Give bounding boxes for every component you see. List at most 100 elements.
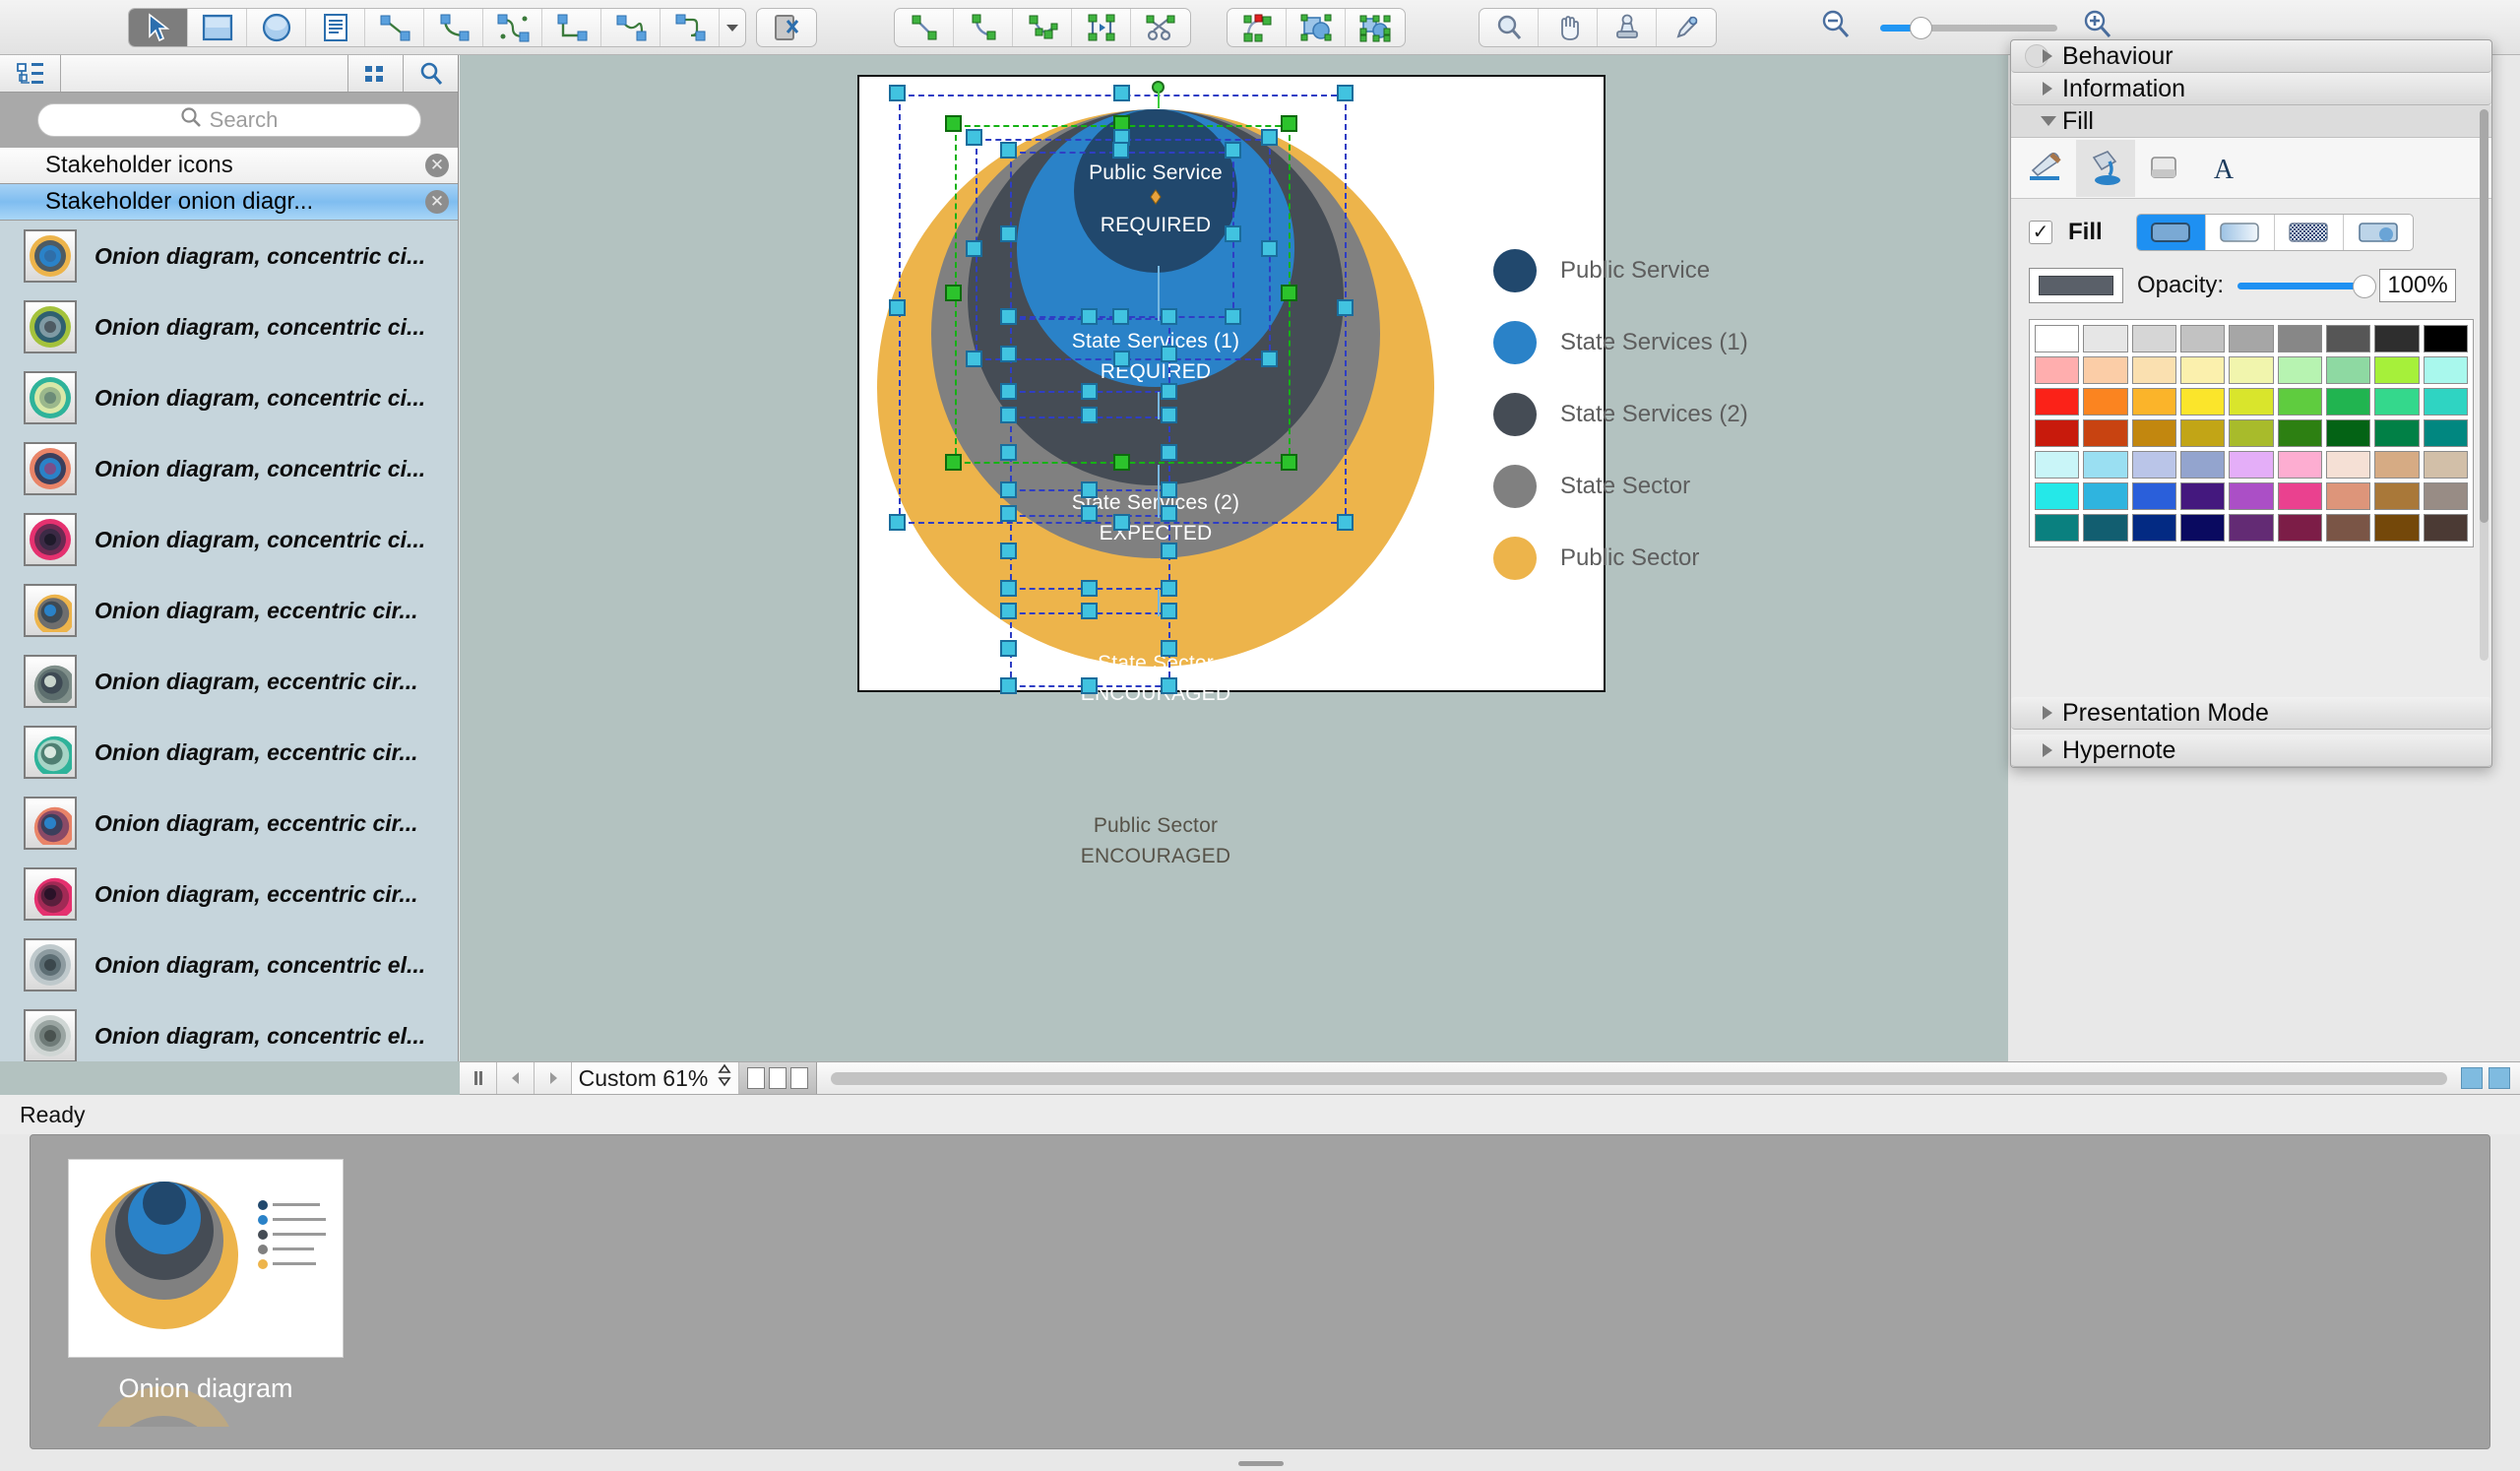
selection-handle[interactable] [1000,308,1017,325]
list-item[interactable]: Onion diagram, eccentric cir... [0,859,458,929]
color-swatch[interactable] [2229,356,2274,384]
selection-handle[interactable] [1000,677,1017,694]
selection-handle[interactable] [1080,308,1098,325]
list-item[interactable]: Onion diagram, eccentric cir... [0,788,458,859]
color-swatch[interactable] [2277,419,2322,447]
list-item[interactable]: Onion diagram, concentric el... [0,929,458,1000]
selection-handle[interactable] [1281,454,1297,471]
color-swatch[interactable] [2083,356,2128,384]
color-swatch[interactable] [2277,514,2322,542]
inspector-section-behaviour[interactable]: Behaviour [2011,40,2491,73]
color-swatch[interactable] [2374,451,2420,479]
color-swatch[interactable] [2083,451,2128,479]
color-swatch[interactable] [2229,419,2274,447]
color-swatch[interactable] [2229,482,2274,510]
tool-eyedropper-icon[interactable] [1657,9,1716,46]
legend-entry[interactable]: Public Service [1493,234,1748,306]
slide-tray[interactable]: Onion diagram [30,1134,2490,1449]
grid-view-icon[interactable] [347,55,403,92]
fill-checkbox[interactable]: ✓ [2029,221,2052,244]
inspector-scrollbar[interactable] [2480,109,2488,661]
color-swatch[interactable] [2083,514,2128,542]
color-swatch[interactable] [2277,325,2322,352]
selection-handle[interactable] [1000,224,1017,242]
chevron-right-icon[interactable] [2043,82,2052,96]
color-swatch[interactable] [2035,451,2080,479]
color-swatch[interactable] [2374,482,2420,510]
selection-handle[interactable] [1225,308,1241,325]
color-swatch[interactable] [2083,325,2128,352]
legend-entry[interactable]: State Services (2) [1493,378,1748,450]
color-swatch[interactable] [2179,356,2226,384]
selection-handle[interactable] [966,239,982,257]
selection-handle[interactable] [1161,603,1177,619]
color-swatch[interactable] [2229,514,2274,542]
fit-page-button[interactable] [2461,1067,2483,1089]
color-swatch[interactable] [2229,388,2274,416]
color-swatch[interactable] [2179,325,2226,352]
selection-handle[interactable] [1080,603,1098,619]
horizontal-scrollbar[interactable] [817,1062,2461,1094]
selection-handle[interactable] [1161,677,1177,694]
color-swatch[interactable] [2035,419,2080,447]
color-swatch[interactable] [2374,514,2420,542]
chevron-right-icon[interactable] [2043,706,2052,720]
scrollbar-thumb[interactable] [831,1071,2447,1085]
selection-handle[interactable] [1000,383,1017,400]
selection-handle[interactable] [1161,308,1177,325]
color-swatch[interactable] [2131,419,2176,447]
tool-curve-connector[interactable] [601,8,661,46]
selection-handle[interactable] [1000,142,1017,159]
selection-handle[interactable] [1261,239,1278,257]
color-swatch[interactable] [2131,482,2176,510]
tool-rectangle[interactable] [188,8,247,46]
selection-handle[interactable] [1112,308,1129,325]
tool-text-box[interactable] [306,8,365,46]
tool-pointer[interactable] [129,8,188,46]
selection-handle[interactable] [1080,580,1098,597]
selection-handle[interactable] [1161,383,1177,400]
tool-rounded-connector[interactable] [661,8,720,46]
selection-handle[interactable] [1281,115,1297,132]
slide-thumbnail[interactable]: Onion diagram [68,1159,344,1427]
color-swatch[interactable] [2325,419,2371,447]
shadow-icon[interactable] [2135,140,2194,197]
search-icon[interactable] [403,55,458,92]
legend-entry[interactable]: State Sector [1493,450,1748,522]
selection-handle[interactable] [1337,514,1354,531]
selection-handle[interactable] [1000,481,1017,498]
color-swatch[interactable] [2374,419,2420,447]
color-swatch[interactable] [2179,514,2226,542]
zoom-slider[interactable] [1880,16,2057,39]
selection-handle[interactable] [1080,407,1098,423]
tool-split-path[interactable] [1072,8,1131,46]
list-item[interactable]: Onion diagram, eccentric cir... [0,717,458,788]
color-swatch[interactable] [2325,514,2371,542]
color-swatch[interactable] [2131,388,2176,416]
color-swatch[interactable] [2423,482,2468,510]
tool-delete-shape[interactable] [757,9,816,46]
color-swatch[interactable] [2374,325,2420,352]
selection-handle[interactable] [1225,224,1241,242]
color-swatch[interactable] [2423,419,2468,447]
selection-handle[interactable] [1161,481,1177,498]
tool-ellipse[interactable] [247,8,306,46]
selection-handle[interactable] [1112,454,1130,471]
color-swatch[interactable] [2374,388,2420,416]
tool-smart-connector[interactable] [483,8,542,46]
style-inspector-panel[interactable]: Behaviour Information Fill A ✓ Fill Opac… [2010,39,2492,768]
list-item[interactable]: Onion diagram, concentric el... [0,1000,458,1067]
color-swatch-grid[interactable] [2029,319,2474,547]
color-swatch[interactable] [2131,514,2176,542]
selection-handle[interactable] [966,351,982,367]
color-swatch[interactable] [2179,482,2226,510]
tool-group-shapes[interactable] [1346,9,1405,46]
list-item[interactable]: Onion diagram, concentric ci... [0,291,458,362]
selection-handle[interactable] [1337,299,1354,316]
color-swatch[interactable] [2423,325,2468,352]
tool-hand-icon[interactable] [1539,8,1598,46]
current-fill-color-well[interactable] [2029,268,2123,303]
color-swatch[interactable] [2131,356,2176,384]
color-swatch[interactable] [2325,356,2371,384]
opacity-slider-knob[interactable] [2353,274,2377,298]
